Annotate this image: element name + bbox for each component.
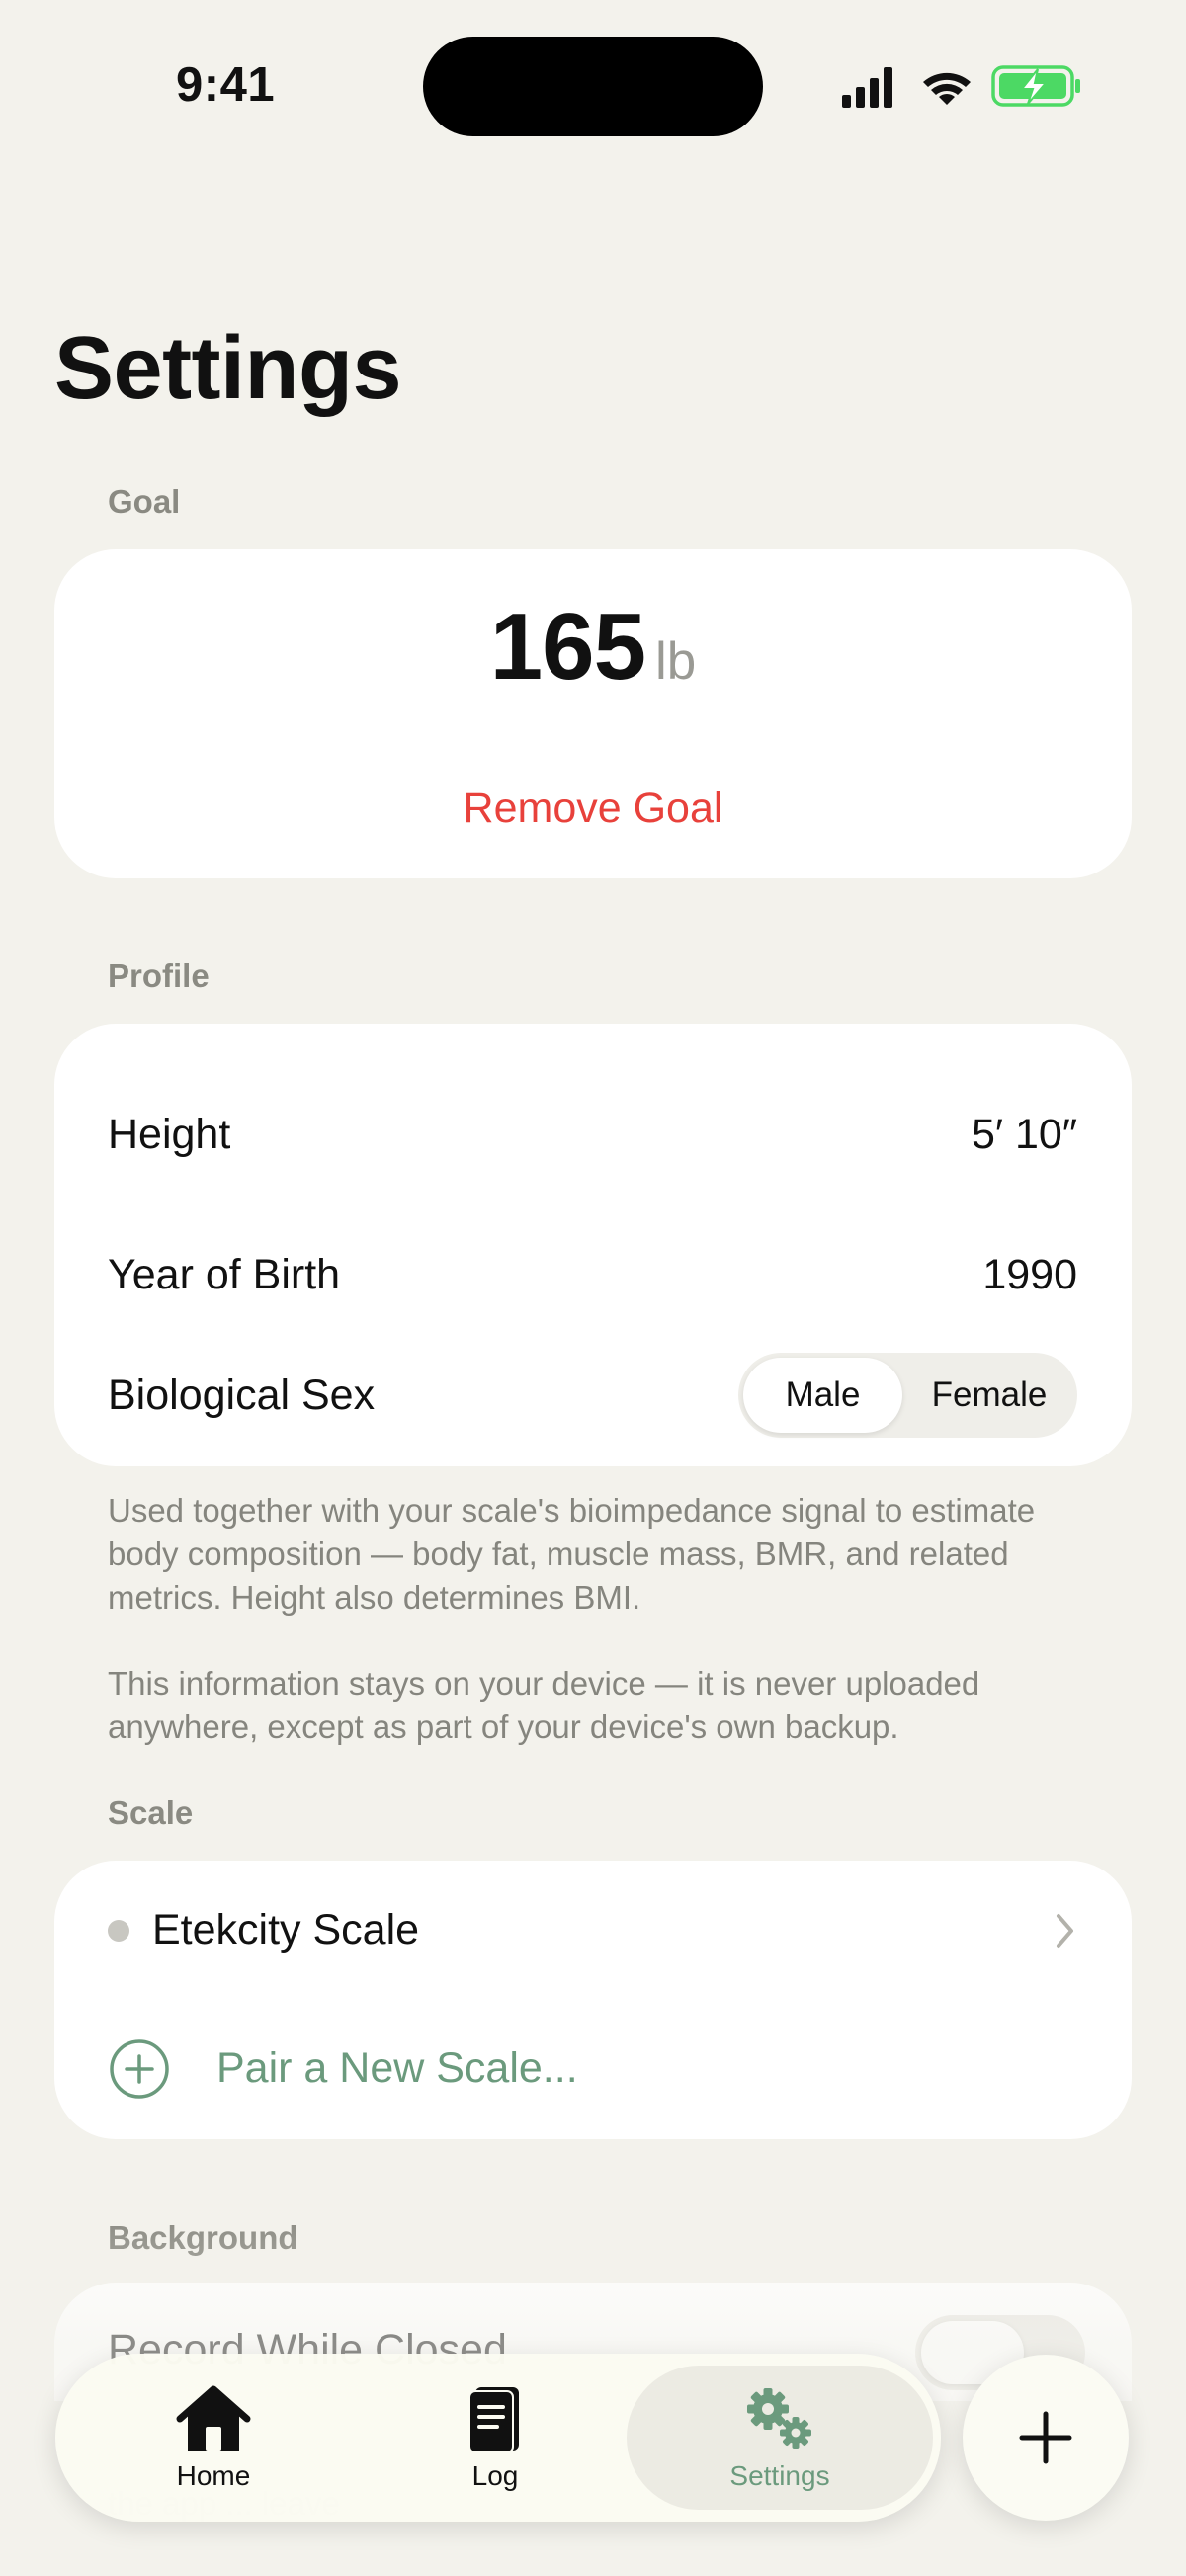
year-of-birth-value: 1990	[982, 1250, 1077, 1298]
house-icon	[176, 2385, 251, 2451]
section-label-background: Background	[108, 2219, 298, 2256]
height-label: Height	[108, 1110, 231, 1158]
year-of-birth-row[interactable]: Year of Birth 1990	[108, 1235, 1077, 1314]
signal-icon	[842, 67, 892, 108]
biological-sex-label: Biological Sex	[108, 1371, 376, 1419]
plus-icon	[1019, 2411, 1072, 2464]
scale-card: Etekcity Scale Pair a New Scale...	[54, 1861, 1132, 2139]
profile-note-composition: Used together with your scale's bioimped…	[108, 1492, 1036, 1616]
biological-sex-row: Biological Sex Male Female	[108, 1346, 1077, 1445]
profile-note-privacy: This information stays on your device — …	[108, 1665, 980, 1745]
pair-new-scale-button[interactable]: Pair a New Scale...	[109, 2022, 1077, 2116]
status-bar: 9:41	[0, 0, 1186, 168]
height-value: 5′ 10″	[972, 1110, 1077, 1158]
goal-value[interactable]: 165 lb	[54, 593, 1132, 702]
tab-home-label: Home	[176, 2460, 251, 2491]
profile-card: Height 5′ 10″ Year of Birth 1990 Biologi…	[54, 1024, 1132, 1466]
tab-settings[interactable]: Settings	[627, 2366, 933, 2510]
tab-log-label: Log	[471, 2460, 519, 2491]
chevron-right-icon	[1057, 1913, 1073, 1948]
scale-device-row[interactable]: Etekcity Scale	[108, 1883, 1077, 1977]
sex-option-female[interactable]: Female	[906, 1358, 1072, 1433]
gears-icon	[747, 2388, 811, 2449]
status-icons	[842, 65, 1080, 108]
tab-home[interactable]: Home	[115, 2366, 312, 2510]
wifi-icon	[923, 72, 971, 105]
add-entry-button[interactable]	[963, 2355, 1129, 2521]
page-title: Settings	[54, 319, 402, 418]
notebook-icon	[468, 2387, 519, 2453]
year-of-birth-label: Year of Birth	[108, 1250, 341, 1298]
dynamic-island	[423, 37, 763, 136]
goal-card: 165 lb Remove Goal	[54, 549, 1132, 878]
connection-status-dot	[108, 1919, 129, 1942]
battery-icon	[991, 65, 1080, 107]
status-time: 9:41	[176, 58, 276, 112]
section-label-profile: Profile	[108, 957, 210, 994]
remove-goal-button[interactable]: Remove Goal	[54, 785, 1132, 833]
scale-device-name: Etekcity Scale	[152, 1906, 420, 1953]
section-label-goal: Goal	[108, 483, 181, 520]
sex-option-male[interactable]: Male	[743, 1358, 902, 1433]
sex-segmented-control: Male Female	[738, 1353, 1077, 1438]
plus-circle-icon	[110, 2038, 169, 2099]
section-label-scale: Scale	[108, 1794, 194, 1831]
pair-new-scale-label: Pair a New Scale...	[216, 2044, 578, 2092]
tab-bar: Home Log Settings	[55, 2354, 941, 2522]
goal-unit: lb	[654, 632, 697, 691]
height-row[interactable]: Height 5′ 10″	[108, 1095, 1077, 1174]
tab-log[interactable]: Log	[396, 2366, 594, 2510]
tab-settings-label: Settings	[729, 2460, 830, 2491]
goal-number: 165	[489, 594, 646, 700]
